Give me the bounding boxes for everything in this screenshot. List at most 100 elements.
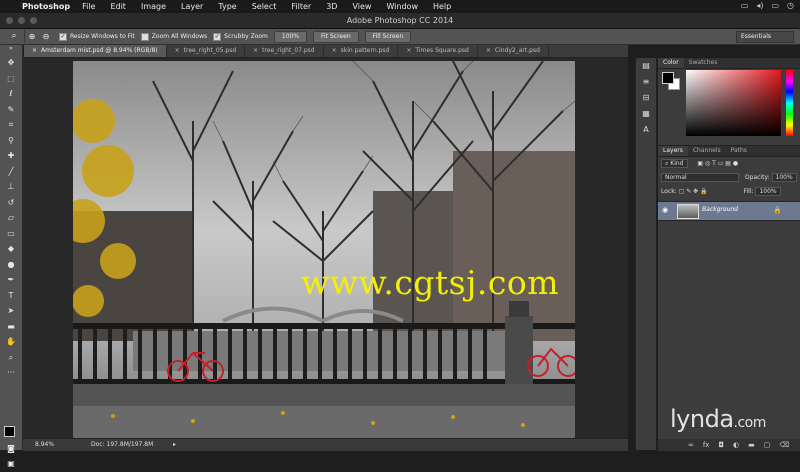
color-spectrum[interactable] [686,70,781,136]
menu-3d[interactable]: 3D [326,2,337,11]
close-tab-icon[interactable]: × [406,47,411,54]
menu-edit[interactable]: Edit [110,2,126,11]
quick-select-tool-icon[interactable]: ✎ [0,102,22,118]
pen-tool-icon[interactable]: ✒ [0,272,22,288]
eraser-tool-icon[interactable]: ▱ [0,210,22,226]
crop-tool-icon[interactable]: ⌗ [0,117,22,133]
fx-icon[interactable]: fx [703,439,710,451]
zoom-tool-icon[interactable]: ⌕ [4,30,25,43]
healing-brush-tool-icon[interactable]: ✚ [0,148,22,164]
close-tab-icon[interactable]: × [332,47,337,54]
scrubby-zoom-checkbox[interactable]: ✓ Scrubby Zoom [213,32,268,41]
adjustment-icon[interactable]: ◐ [733,439,739,451]
blur-tool-icon[interactable]: ◆ [0,241,22,257]
link-icon[interactable]: ∞ [688,439,694,451]
trash-icon[interactable]: ⌫ [779,439,789,451]
tab-paths[interactable]: Paths [726,146,752,156]
rectangle-tool-icon[interactable]: ▬ [0,319,22,335]
menu-type[interactable]: Type [218,2,236,11]
app-menu[interactable]: Photoshop [22,2,70,11]
cast-icon[interactable]: ▭ [741,1,749,10]
fill-input[interactable]: 100% [755,187,781,196]
battery-icon[interactable]: ▭ [771,1,779,10]
zoom-100-button[interactable]: 100% [273,30,308,43]
menu-filter[interactable]: Filter [291,2,311,11]
fit-screen-button[interactable]: Fit Screen [313,30,359,43]
status-menu-icon[interactable]: ▸ [173,439,176,450]
adjustments-panel-icon[interactable]: ≡ [636,74,656,90]
minimize-window-button[interactable] [18,17,25,24]
new-layer-icon[interactable]: ▢ [764,439,771,451]
lynda-logo: lynda.com [670,405,766,433]
resize-windows-checkbox[interactable]: ✓ Resize Windows to Fit [59,32,135,41]
folder-icon[interactable]: ▬ [748,439,755,451]
history-panel-icon[interactable]: ▤ [636,58,656,74]
history-brush-tool-icon[interactable]: ↺ [0,195,22,211]
tab-channels[interactable]: Channels [688,146,726,156]
path-selection-tool-icon[interactable]: ➤ [0,303,22,319]
character-panel-icon[interactable]: A [636,122,656,138]
close-tab-icon[interactable]: × [253,47,258,54]
close-tab-icon[interactable]: × [32,47,37,54]
watermark-text: www.cgtsj.com [301,263,559,302]
marquee-tool-icon[interactable]: ⬚ [0,71,22,87]
foreground-color-chip[interactable] [662,72,674,84]
more-tools-icon[interactable]: ··· [0,365,22,381]
dodge-tool-icon[interactable]: ● [0,257,22,273]
hue-slider[interactable] [786,70,793,136]
workspace-select[interactable]: Essentials [736,31,794,43]
close-tab-icon[interactable]: × [486,47,491,54]
menu-window[interactable]: Window [386,2,418,11]
quick-mask-icon[interactable]: ◙ [0,441,22,457]
eyedropper-tool-icon[interactable]: ⚲ [0,133,22,149]
tab-times-square[interactable]: × Times Square.psd [398,45,478,57]
kind-filter-select[interactable]: ⌕ Kind [661,159,688,168]
screen-mode-icon[interactable]: ▣ [0,456,22,472]
tab-layers[interactable]: Layers [658,146,688,156]
filter-icons[interactable]: ▣ ◎ T ▭ ▤ ● [697,160,738,167]
close-window-button[interactable] [6,17,13,24]
tab-swatches[interactable]: Swatches [684,58,723,68]
layer-name[interactable]: Background [702,206,738,213]
layer-row-background[interactable]: ◉ Background 🔒 [658,201,800,221]
tab-cindy2-art[interactable]: × Cindy2_art.psd [478,45,549,57]
visibility-eye-icon[interactable]: ◉ [662,206,668,214]
zoom-in-icon[interactable]: ⊕ [25,30,39,43]
mask-icon[interactable]: ◘ [718,439,724,451]
hand-tool-icon[interactable]: ✋ [0,334,22,350]
tab-skin-pattern[interactable]: × skin pattern.psd [324,45,399,57]
lasso-tool-icon[interactable]: ℓ [0,86,22,102]
tab-tree-right-05[interactable]: × tree_right_05.psd [167,45,246,57]
gradient-tool-icon[interactable]: ▭ [0,226,22,242]
foreground-color-swatch[interactable] [4,426,15,437]
fill-screen-button[interactable]: Fill Screen [364,30,412,43]
tab-amsterdam-mist[interactable]: × Amsterdam mist.psd @ 8.94% (RGB/8) [24,45,167,57]
zoom-all-windows-checkbox[interactable]: Zoom All Windows [140,32,207,41]
styles-panel-icon[interactable]: ▦ [636,106,656,122]
close-tab-icon[interactable]: × [175,47,180,54]
menu-view[interactable]: View [352,2,371,11]
move-tool-icon[interactable]: ✥ [0,55,22,71]
lock-icons[interactable]: ▢ ✎ ✥ 🔒 [679,188,708,195]
panel-collapse-icon[interactable]: » [0,45,22,55]
opacity-input[interactable]: 100% [771,173,797,182]
menu-image[interactable]: Image [141,2,166,11]
clone-stamp-tool-icon[interactable]: ⊥ [0,179,22,195]
blend-mode-select[interactable]: Normal [661,173,739,182]
menu-help[interactable]: Help [433,2,451,11]
brush-tool-icon[interactable]: ╱ [0,164,22,180]
menu-file[interactable]: File [82,2,95,11]
tab-color[interactable]: Color [658,58,684,68]
menu-layer[interactable]: Layer [181,2,203,11]
properties-panel-icon[interactable]: ⊟ [636,90,656,106]
menu-select[interactable]: Select [252,2,277,11]
document-image[interactable]: www.cgtsj.com [73,61,575,438]
zoom-level[interactable]: 8.94% [35,439,54,450]
tab-tree-right-07[interactable]: × tree_right_07.psd [245,45,324,57]
zoom-out-icon[interactable]: ⊖ [39,30,53,43]
zoom-window-button[interactable] [30,17,37,24]
type-tool-icon[interactable]: T [0,288,22,304]
zoom-tool-button-icon[interactable]: ⌕ [0,350,22,366]
volume-icon[interactable]: ◂) [756,1,763,10]
clock-icon[interactable]: ◷ [787,1,794,10]
